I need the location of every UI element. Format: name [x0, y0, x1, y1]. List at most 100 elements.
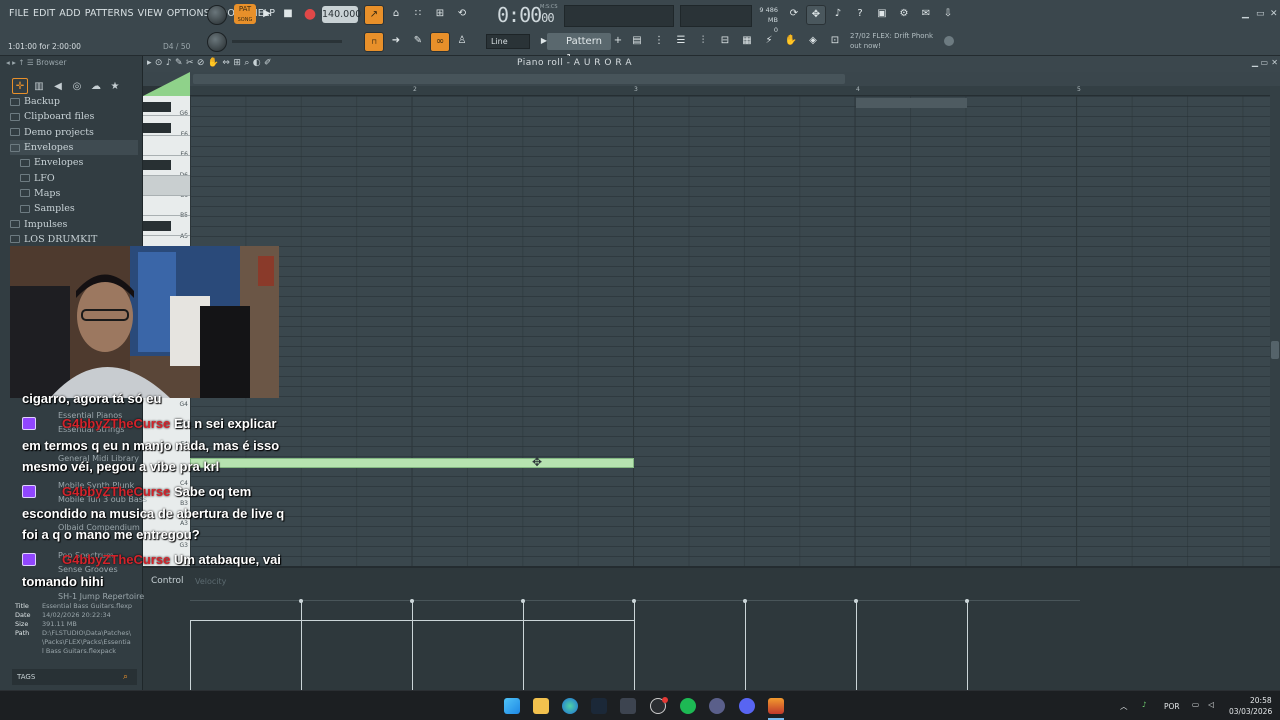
master-slider[interactable] [232, 40, 342, 43]
link-icon[interactable]: ∞ [430, 32, 450, 52]
windows-start-icon[interactable] [504, 698, 520, 714]
search-icon[interactable]: ⌕ [123, 671, 135, 683]
tray-chevron-icon[interactable]: ︿ [1120, 701, 1128, 712]
news-panel[interactable]: 27/02 FLEX: Drift Phonk out now! [850, 32, 933, 51]
step-edit-button[interactable]: ⊞ [430, 5, 450, 25]
save-icon[interactable]: ▣ [872, 5, 892, 25]
touch-icon[interactable]: ✋ [781, 32, 801, 52]
back-icon[interactable]: ◀ [50, 79, 66, 95]
browser-item[interactable]: Impulses [10, 216, 138, 231]
menu-options[interactable]: OPTIONS [167, 8, 210, 19]
news-close-icon[interactable] [944, 36, 954, 46]
control-target-label[interactable]: Control [151, 576, 184, 586]
menu-view[interactable]: VIEW [138, 8, 163, 19]
steam-icon[interactable] [591, 698, 607, 714]
browser-item[interactable]: LFO [10, 170, 138, 185]
velocity-lane[interactable] [190, 576, 1080, 690]
browser-item[interactable]: Backup [10, 94, 138, 109]
metronome-button[interactable]: ↗ [364, 5, 384, 25]
browser-item[interactable]: Clipboard files [10, 109, 138, 124]
plugin-icon[interactable]: ⚙ [894, 5, 914, 25]
velocity-handle[interactable] [521, 599, 525, 603]
white-key[interactable] [143, 196, 190, 216]
plug-icon[interactable]: ⚡ [759, 32, 779, 52]
white-key[interactable] [143, 156, 190, 176]
velocity-bar[interactable] [856, 602, 857, 690]
snap-icon[interactable]: ⊓ [364, 32, 384, 52]
master-volume-knob[interactable] [207, 5, 227, 25]
menu-patterns[interactable]: PATTERNS [85, 8, 134, 19]
plugin-db-icon[interactable]: ◎ [69, 79, 85, 95]
clock-time[interactable]: 20:58 [1250, 696, 1272, 705]
velocity-bar[interactable] [745, 602, 746, 690]
undo-icon[interactable]: ⟳ [784, 5, 804, 25]
menu-file[interactable]: FILE [9, 8, 29, 19]
volume-icon[interactable]: ◁ [1208, 700, 1214, 709]
cloud-icon[interactable]: ☁ [88, 79, 104, 95]
velocity-bar[interactable] [301, 602, 302, 690]
velocity-bar[interactable] [634, 602, 635, 690]
cart-icon[interactable]: ⊡ [825, 32, 845, 52]
mixer-icon[interactable]: ✥ [806, 5, 826, 25]
pr-minimize-icon[interactable]: ▁ [1252, 58, 1258, 67]
horizontal-scrollbar[interactable] [143, 72, 1280, 86]
white-key[interactable] [143, 116, 190, 136]
velocity-handle[interactable] [743, 599, 747, 603]
browser-item[interactable]: Maps [10, 186, 138, 201]
channel-rack-icon[interactable]: ⋮ [649, 32, 669, 52]
spotify-icon[interactable] [680, 698, 696, 714]
velocity-bar[interactable] [523, 602, 524, 690]
current-project-icon[interactable]: ▥ [31, 79, 47, 95]
app-icon[interactable] [620, 698, 636, 714]
export-icon[interactable]: ⇩ [938, 5, 958, 25]
scroll-thumb[interactable] [1271, 341, 1279, 359]
piano-roll-icon[interactable]: ☰ [671, 32, 691, 52]
midi-note[interactable] [190, 458, 634, 468]
tempo-display[interactable]: 140.000 [322, 6, 361, 23]
help-icon[interactable]: ? [850, 5, 870, 25]
menu-add[interactable]: ADD [59, 8, 80, 19]
file-explorer-icon[interactable] [533, 698, 549, 714]
fl-studio-icon[interactable] [768, 698, 784, 714]
white-key[interactable] [143, 176, 190, 196]
velocity-handle[interactable] [410, 599, 414, 603]
discord-icon[interactable] [739, 698, 755, 714]
language-indicator[interactable]: POR [1164, 702, 1180, 711]
white-key[interactable] [143, 216, 190, 236]
browser-item[interactable]: Samples [10, 201, 138, 216]
mixer-view-icon[interactable]: ⫶ [693, 32, 713, 52]
piano-roll-tools[interactable]: ▸⊙♪✎✂⊘✋⇔⊞⌕◐✐ [147, 58, 275, 68]
note-grid[interactable] [190, 96, 1270, 566]
master-pitch-knob[interactable] [207, 32, 227, 52]
countdown-button[interactable]: ∷ [408, 5, 428, 25]
clock-date[interactable]: 03/03/2026 [1229, 707, 1272, 716]
sliders-icon[interactable]: ⊟ [715, 32, 735, 52]
playlist-icon[interactable]: ▤ [627, 32, 647, 52]
media-icon[interactable] [709, 698, 725, 714]
close-icon[interactable]: ✕ [1270, 9, 1278, 19]
velocity-handle[interactable] [965, 599, 969, 603]
loop-record-button[interactable]: ⟲ [452, 5, 472, 25]
browser-item[interactable]: Demo projects [10, 125, 138, 140]
maximize-icon[interactable]: ▭ [1256, 9, 1265, 19]
minimize-icon[interactable]: ▁ [1242, 9, 1249, 19]
scroll-thumb[interactable] [193, 74, 845, 84]
white-key[interactable] [143, 136, 190, 156]
browser-icon[interactable]: ▦ [737, 32, 757, 52]
play-button[interactable]: ▶ [257, 5, 277, 25]
velocity-bar[interactable] [412, 602, 413, 690]
browser-item-selected[interactable]: Envelopes [10, 139, 138, 156]
velocity-handle[interactable] [299, 599, 303, 603]
record-button[interactable]: ● [300, 5, 320, 25]
pattern-selector[interactable]: Pattern 1 [547, 33, 611, 64]
stop-button[interactable]: ■ [278, 5, 298, 25]
velocity-bar[interactable] [190, 620, 191, 690]
velocity-handle[interactable] [632, 599, 636, 603]
pr-close-icon[interactable]: ✕ [1271, 58, 1278, 67]
microphone-tray-icon[interactable]: ♪ [1142, 700, 1147, 709]
stamp-icon[interactable]: ♙ [452, 32, 472, 52]
snap-select[interactable]: Line [486, 34, 530, 49]
wait-input-button[interactable]: ⌂ [386, 5, 406, 25]
all-files-icon[interactable]: ✛ [12, 78, 28, 94]
vertical-scrollbar[interactable] [1270, 86, 1280, 566]
